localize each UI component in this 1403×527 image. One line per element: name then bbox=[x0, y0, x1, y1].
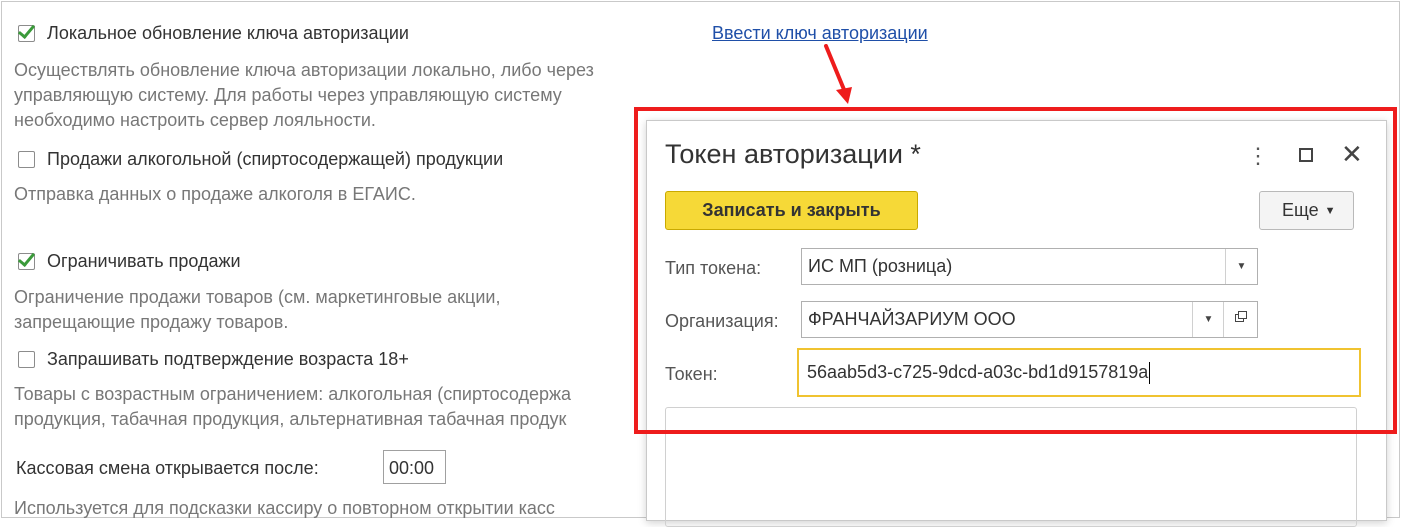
enter-auth-key-link[interactable]: Ввести ключ авторизации bbox=[712, 23, 928, 44]
red-arrow-annotation bbox=[824, 44, 852, 104]
shift-description: Используется для подсказки кассиру о пов… bbox=[14, 498, 555, 518]
alcohol-sales-label: Продажи алкогольной (спиртосодержащей) п… bbox=[47, 149, 504, 169]
local-key-update-label: Локальное обновление ключа авторизации bbox=[47, 23, 409, 43]
local-key-update-row[interactable]: Локальное обновление ключа авторизации bbox=[18, 23, 409, 44]
red-highlight-box bbox=[634, 107, 1397, 434]
local-key-update-checkbox[interactable] bbox=[18, 25, 35, 42]
age-confirm-description: Товары с возрастным ограничением: алкого… bbox=[14, 384, 572, 429]
alcohol-sales-row[interactable]: Продажи алкогольной (спиртосодержащей) п… bbox=[18, 149, 503, 170]
restrict-sales-row[interactable]: Ограничивать продажи bbox=[18, 251, 241, 272]
local-key-update-description: Осуществлять обновление ключа авторизаци… bbox=[14, 60, 594, 130]
shift-open-label: Кассовая смена открывается после: bbox=[16, 458, 319, 478]
shift-time-input[interactable]: 00:00 bbox=[383, 450, 446, 484]
age-confirm-row[interactable]: Запрашивать подтверждение возраста 18+ bbox=[18, 349, 409, 370]
age-confirm-checkbox[interactable] bbox=[18, 351, 35, 368]
restrict-sales-description: Ограничение продажи товаров (см. маркети… bbox=[14, 287, 501, 332]
age-confirm-label: Запрашивать подтверждение возраста 18+ bbox=[47, 349, 409, 369]
alcohol-sales-checkbox[interactable] bbox=[18, 151, 35, 168]
alcohol-sales-description: Отправка данных о продаже алкоголя в ЕГА… bbox=[14, 184, 416, 204]
restrict-sales-label: Ограничивать продажи bbox=[47, 251, 241, 271]
restrict-sales-checkbox[interactable] bbox=[18, 253, 35, 270]
